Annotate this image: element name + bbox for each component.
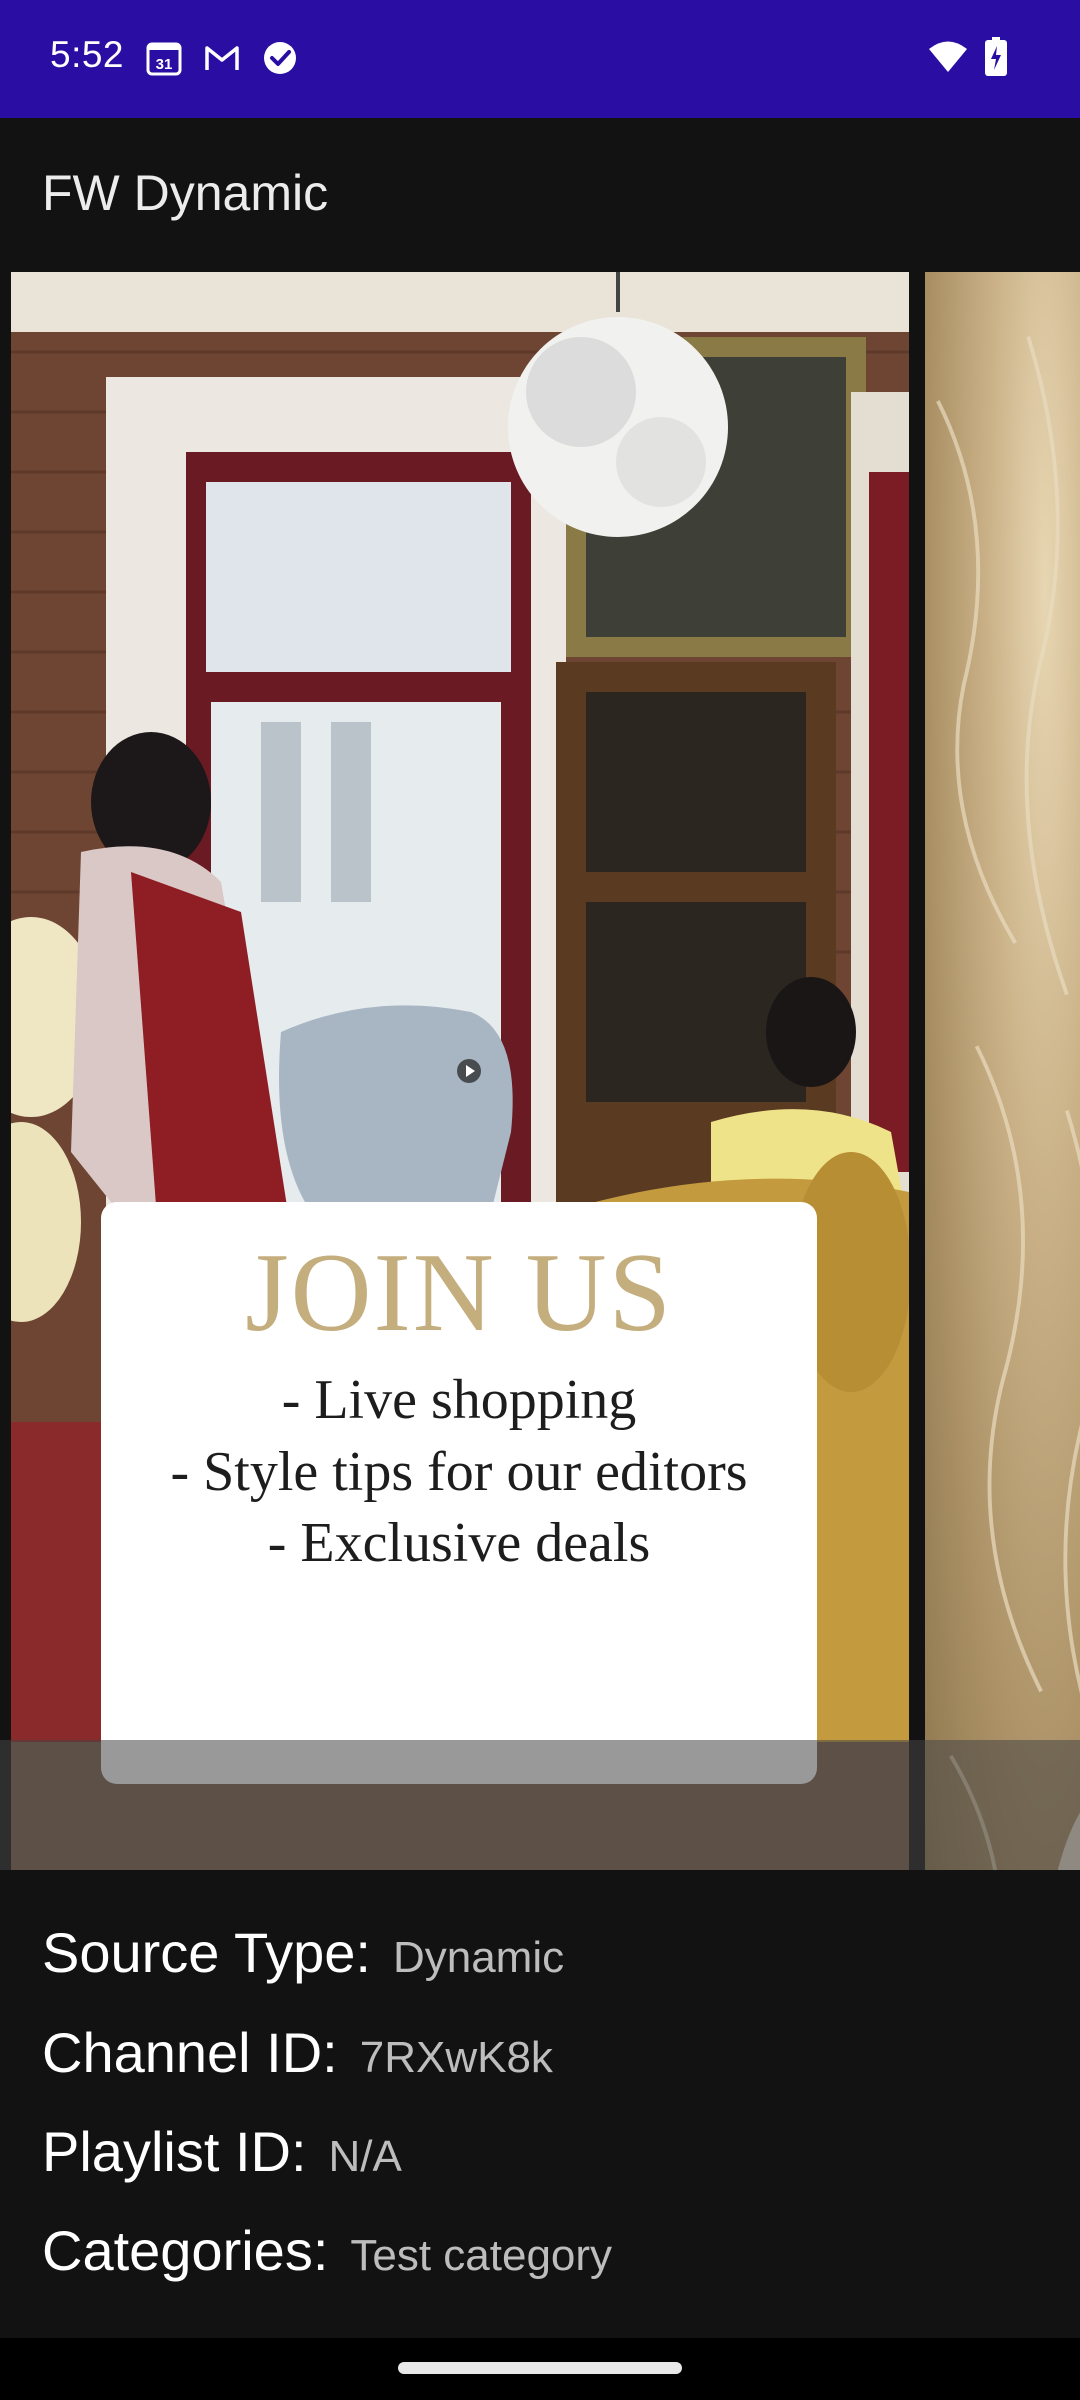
- app-bar: FW Dynamic: [0, 118, 1080, 270]
- promo-title: JOIN US: [245, 1231, 673, 1355]
- source-type-value: Dynamic: [392, 1933, 565, 1982]
- status-time: 5:52: [50, 34, 125, 75]
- svg-text:31: 31: [156, 56, 173, 73]
- battery-charging-icon: [985, 37, 1007, 76]
- promo-line: - Style tips for our editors: [170, 1441, 748, 1503]
- playlist-id-label: Playlist ID:: [42, 2120, 307, 2183]
- check-circle-icon: [264, 42, 296, 74]
- wifi-icon: [929, 41, 967, 72]
- channel-id-row: Channel ID: 7RXwK8k: [42, 2020, 553, 2085]
- home-gesture-handle[interactable]: [398, 2362, 682, 2374]
- promo-line: - Live shopping: [281, 1369, 637, 1431]
- promo-card: JOIN US - Live shopping - Style tips for…: [101, 1202, 817, 1784]
- video-card[interactable]: JOIN US - Live shopping - Style tips for…: [11, 272, 909, 1870]
- categories-row: Categories: Test category: [42, 2218, 612, 2283]
- playlist-id-value: N/A: [328, 2132, 402, 2181]
- play-icon[interactable]: [456, 1058, 482, 1084]
- video-progress-overlay: [0, 1740, 1080, 1870]
- source-type-label: Source Type:: [42, 1921, 371, 1984]
- gmail-icon: [205, 46, 239, 70]
- playlist-id-row: Playlist ID: N/A: [42, 2119, 402, 2184]
- app-title: FW Dynamic: [42, 165, 329, 221]
- categories-label: Categories:: [42, 2219, 329, 2282]
- status-bar: 5:52 31: [0, 0, 1080, 118]
- promo-line: - Exclusive deals: [267, 1512, 651, 1574]
- video-carousel[interactable]: JOIN US - Live shopping - Style tips for…: [0, 272, 1080, 1870]
- channel-id-value: 7RXwK8k: [359, 2033, 553, 2082]
- calendar-icon: 31: [146, 42, 182, 76]
- channel-id-label: Channel ID:: [42, 2021, 338, 2084]
- next-video-card[interactable]: [925, 272, 1080, 1870]
- source-type-row: Source Type: Dynamic: [42, 1920, 564, 1985]
- categories-value: Test category: [350, 2231, 613, 2280]
- video-thumbnail: [936, 335, 1080, 1870]
